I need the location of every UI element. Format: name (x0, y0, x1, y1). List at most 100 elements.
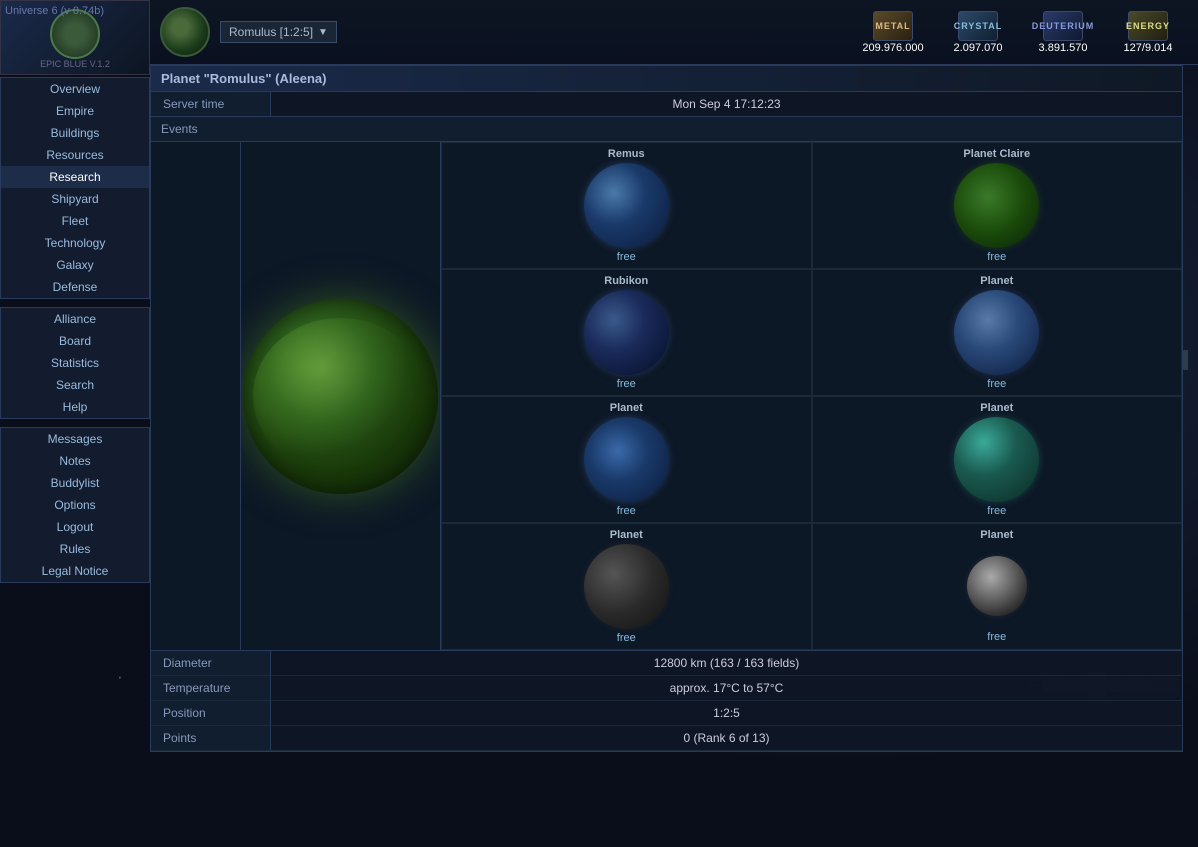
social-nav-section: Alliance Board Statistics Search Help (0, 307, 150, 419)
planet-cell-2: Planet free (441, 396, 812, 523)
planet-4-thumbnail[interactable] (584, 544, 669, 629)
sidebar-divider-1 (0, 301, 150, 305)
content-panel: Planet "Romulus" (Aleena) Server time Mo… (150, 65, 1183, 752)
sidebar-item-empire[interactable]: Empire (1, 100, 149, 122)
dropdown-icon[interactable]: ▼ (318, 27, 328, 38)
planet-rubikon-name: Rubikon (604, 275, 648, 287)
planet-cell-5: Planet free (812, 523, 1183, 650)
deuterium-icon: Deuterium (1043, 11, 1083, 41)
resource-deuterium: Deuterium 3.891.570 (1023, 11, 1103, 54)
header-planet-icon (160, 7, 210, 57)
planet-5-thumbnail[interactable] (967, 556, 1027, 616)
planet-1-status: free (987, 378, 1006, 390)
planet-4-status: free (617, 632, 636, 644)
planet-remus-status: free (617, 251, 636, 263)
sidebar-item-logout[interactable]: Logout (1, 516, 149, 538)
stat-temperature-value: approx. 17°C to 57°C (271, 676, 1182, 700)
left-panel-area (151, 142, 241, 650)
server-time-row: Server time Mon Sep 4 17:12:23 (151, 92, 1182, 117)
planet-claire-thumbnail[interactable] (954, 163, 1039, 248)
resources-bar: Metal 209.976.000 Crystal 2.097.070 Deut… (853, 11, 1188, 54)
stat-temperature-row: Temperature approx. 17°C to 57°C (151, 676, 1182, 701)
sidebar-item-research[interactable]: Research (1, 166, 149, 188)
resource-crystal: Crystal 2.097.070 (938, 11, 1018, 54)
player-nav-section: Messages Notes Buddylist Options Logout … (0, 427, 150, 583)
sidebar-item-board[interactable]: Board (1, 330, 149, 352)
main-content: Planet "Romulus" (Aleena) Server time Mo… (150, 65, 1183, 837)
logo-version: EPIC BLUE V.1.2 (40, 59, 110, 69)
planet-cell-remus: Remus free (441, 142, 812, 269)
planet-cell-claire: Planet Claire free (812, 142, 1183, 269)
planet-3-name: Planet (980, 402, 1013, 414)
sidebar-item-fleet[interactable]: Fleet (1, 210, 149, 232)
stat-points-label: Points (151, 726, 271, 750)
planet-grid-container: Remus free Planet Claire free Rubikon fr… (151, 142, 1182, 651)
stat-diameter-label: Diameter (151, 651, 271, 675)
sidebar-item-defense[interactable]: Defense (1, 276, 149, 298)
planet-4-name: Planet (610, 529, 643, 541)
stat-diameter-row: Diameter 12800 km (163 / 163 fields) (151, 651, 1182, 676)
sidebar-item-buddylist[interactable]: Buddylist (1, 472, 149, 494)
sidebar-item-legal-notice[interactable]: Legal Notice (1, 560, 149, 582)
planet-selector[interactable]: Romulus [1:2:5] ▼ (220, 21, 337, 43)
crystal-value: 2.097.070 (954, 42, 1003, 54)
energy-icon: Energy (1128, 11, 1168, 41)
sidebar-item-alliance[interactable]: Alliance (1, 308, 149, 330)
events-header: Events (151, 117, 1182, 142)
planet-1-name: Planet (980, 275, 1013, 287)
planet-cell-4: Planet free (441, 523, 812, 650)
planet-claire-status: free (987, 251, 1006, 263)
planet-1-thumbnail[interactable] (954, 290, 1039, 375)
metal-value: 209.976.000 (862, 42, 923, 54)
planet-5-name: Planet (980, 529, 1013, 541)
main-nav-section: Overview Empire Buildings Resources Rese… (0, 77, 150, 299)
main-planet-image[interactable] (243, 299, 438, 494)
sidebar: EPIC BLUE V.1.2 Overview Empire Building… (0, 0, 150, 847)
energy-value: 127/9.014 (1124, 42, 1173, 54)
planet-2-thumbnail[interactable] (584, 417, 669, 502)
sidebar-divider-2 (0, 421, 150, 425)
server-time-value: Mon Sep 4 17:12:23 (271, 92, 1182, 116)
sidebar-item-messages[interactable]: Messages (1, 428, 149, 450)
sidebar-item-statistics[interactable]: Statistics (1, 352, 149, 374)
stat-position-value: 1:2:5 (271, 701, 1182, 725)
resource-energy: Energy 127/9.014 (1108, 11, 1188, 54)
stat-diameter-value: 12800 km (163 / 163 fields) (271, 651, 1182, 675)
planet-remus-thumbnail[interactable] (584, 163, 669, 248)
right-planets-area: Remus free Planet Claire free Rubikon fr… (441, 142, 1182, 650)
planet-cell-3: Planet free (812, 396, 1183, 523)
planet-rubikon-thumbnail[interactable] (584, 290, 669, 375)
stat-points-value: 0 (Rank 6 of 13) (271, 726, 1182, 750)
server-time-label: Server time (151, 92, 271, 116)
sidebar-item-search[interactable]: Search (1, 374, 149, 396)
metal-icon: Metal (873, 11, 913, 41)
planet-remus-name: Remus (608, 148, 645, 160)
universe-version: Universe 6 (v 0.74b) (5, 5, 104, 17)
planet-rubikon-status: free (617, 378, 636, 390)
header: Romulus [1:2:5] ▼ Metal 209.976.000 Crys… (150, 0, 1198, 65)
planet-2-status: free (617, 505, 636, 517)
sidebar-item-galaxy[interactable]: Galaxy (1, 254, 149, 276)
crystal-icon: Crystal (958, 11, 998, 41)
planet-2-name: Planet (610, 402, 643, 414)
planet-claire-name: Planet Claire (963, 148, 1030, 160)
sidebar-item-shipyard[interactable]: Shipyard (1, 188, 149, 210)
deuterium-value: 3.891.570 (1039, 42, 1088, 54)
planet-selector-label: Romulus [1:2:5] (229, 25, 313, 39)
planet-cell-1: Planet free (812, 269, 1183, 396)
sidebar-item-options[interactable]: Options (1, 494, 149, 516)
sidebar-item-technology[interactable]: Technology (1, 232, 149, 254)
panel-title: Planet "Romulus" (Aleena) (151, 66, 1182, 92)
sidebar-item-rules[interactable]: Rules (1, 538, 149, 560)
resource-metal: Metal 209.976.000 (853, 11, 933, 54)
sidebar-item-overview[interactable]: Overview (1, 78, 149, 100)
stat-points-row: Points 0 (Rank 6 of 13) (151, 726, 1182, 751)
sidebar-item-buildings[interactable]: Buildings (1, 122, 149, 144)
stat-temperature-label: Temperature (151, 676, 271, 700)
planet-3-status: free (987, 505, 1006, 517)
planet-3-thumbnail[interactable] (954, 417, 1039, 502)
sidebar-item-help[interactable]: Help (1, 396, 149, 418)
planet-5-status: free (987, 631, 1006, 643)
sidebar-item-resources[interactable]: Resources (1, 144, 149, 166)
sidebar-item-notes[interactable]: Notes (1, 450, 149, 472)
